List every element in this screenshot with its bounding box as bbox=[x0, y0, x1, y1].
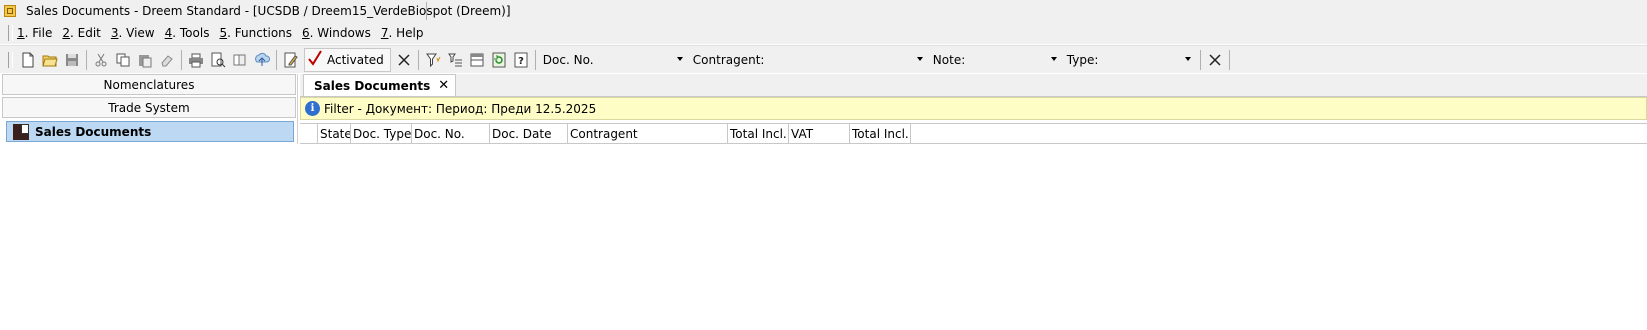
upload-icon[interactable] bbox=[251, 49, 273, 71]
grid-body[interactable] bbox=[300, 144, 1647, 330]
save-icon[interactable] bbox=[61, 49, 83, 71]
type-filter[interactable]: Type: bbox=[1063, 49, 1197, 71]
print-preview-icon[interactable] bbox=[207, 49, 229, 71]
menu-windows[interactable]: 6. Windows bbox=[302, 26, 371, 40]
menu-tools[interactable]: 4. Tools bbox=[165, 26, 210, 40]
menu-file[interactable]: 1. File bbox=[17, 26, 52, 40]
copy-icon[interactable] bbox=[112, 49, 134, 71]
chevron-down-icon bbox=[1184, 56, 1191, 61]
title-bar: Sales Documents - Dreem Standard - [UCSD… bbox=[0, 0, 1647, 22]
toolbar-separator bbox=[276, 49, 277, 70]
cut-icon[interactable] bbox=[90, 49, 112, 71]
nav-sales-documents[interactable]: Sales Documents bbox=[6, 121, 294, 142]
edit-document-icon[interactable] bbox=[280, 49, 302, 71]
menu-view[interactable]: 3. View bbox=[111, 26, 155, 40]
close-icon[interactable]: ✕ bbox=[438, 78, 449, 93]
eraser-icon[interactable] bbox=[156, 49, 178, 71]
toolbar: Activated ? Doc. No. Contragent: Note: T… bbox=[0, 45, 1647, 73]
nav-nomenclatures[interactable]: Nomenclatures bbox=[2, 74, 296, 95]
toolbar-separator bbox=[1199, 49, 1201, 70]
window-title: Sales Documents - Dreem Standard - [UCSD… bbox=[26, 4, 511, 18]
contragent-filter[interactable]: Contragent: bbox=[689, 49, 929, 71]
chevron-down-icon bbox=[1050, 56, 1057, 61]
note-filter[interactable]: Note: bbox=[929, 49, 1063, 71]
column-doc-type[interactable]: Doc. Type bbox=[351, 124, 412, 143]
filter-list-icon[interactable] bbox=[444, 49, 466, 71]
layout-icon[interactable] bbox=[466, 49, 488, 71]
activated-toggle[interactable]: Activated bbox=[304, 47, 391, 72]
chevron-down-icon bbox=[676, 56, 683, 61]
sales-documents-icon bbox=[13, 123, 29, 140]
app-icon bbox=[4, 5, 16, 17]
clear-filters-icon[interactable] bbox=[1204, 49, 1226, 71]
info-icon: i bbox=[305, 101, 320, 116]
menu-functions[interactable]: 5. Functions bbox=[219, 26, 292, 40]
row-indicator-header bbox=[300, 124, 318, 143]
doc-no-filter-label: Doc. No. bbox=[542, 52, 594, 67]
filter-icon[interactable] bbox=[422, 49, 444, 71]
toolbar-separator bbox=[86, 49, 87, 70]
menu-bar: 1. File 2. Edit 3. View 4. Tools 5. Func… bbox=[0, 22, 1647, 44]
attachment-icon[interactable] bbox=[229, 49, 251, 71]
activated-label: Activated bbox=[327, 52, 384, 67]
type-filter-label: Type: bbox=[1066, 52, 1099, 67]
new-document-icon[interactable] bbox=[17, 49, 39, 71]
column-doc-date[interactable]: Doc. Date bbox=[490, 124, 568, 143]
toolbar-separator bbox=[417, 49, 419, 70]
panel-splitter[interactable] bbox=[297, 74, 298, 144]
menu-edit[interactable]: 2. Edit bbox=[62, 26, 101, 40]
toolbar-separator bbox=[181, 49, 182, 70]
menu-grip bbox=[8, 25, 13, 41]
column-state[interactable]: State bbox=[318, 124, 351, 143]
column-vat[interactable]: VAT bbox=[789, 124, 850, 143]
clear-activated-icon[interactable] bbox=[393, 49, 415, 71]
grid-header: State Doc. Type Doc. No. Doc. Date Contr… bbox=[300, 123, 1647, 144]
open-folder-icon[interactable] bbox=[39, 49, 61, 71]
tab-sales-documents[interactable]: Sales Documents ✕ bbox=[303, 74, 457, 96]
tab-divider bbox=[426, 2, 427, 20]
chevron-down-icon bbox=[916, 56, 923, 61]
column-total-incl-2[interactable]: Total Incl.... bbox=[850, 124, 911, 143]
toolbar-grip bbox=[8, 51, 13, 68]
toolbar-separator bbox=[534, 49, 536, 70]
nav-trade-system[interactable]: Trade System bbox=[2, 97, 296, 118]
doc-no-filter[interactable]: Doc. No. bbox=[539, 49, 689, 71]
column-contragent[interactable]: Contragent bbox=[568, 124, 728, 143]
note-filter-label: Note: bbox=[932, 52, 966, 67]
filter-info-text: Filter - Документ: Период: Преди 12.5.20… bbox=[324, 101, 597, 116]
tab-strip: Sales Documents ✕ bbox=[300, 74, 1647, 97]
menu-help[interactable]: 7. Help bbox=[381, 26, 424, 40]
print-icon[interactable] bbox=[185, 49, 207, 71]
nav-sales-documents-label: Sales Documents bbox=[35, 124, 152, 139]
column-total-incl[interactable]: Total Incl.... bbox=[728, 124, 789, 143]
toolbar-separator bbox=[1228, 49, 1230, 70]
paste-icon[interactable] bbox=[134, 49, 156, 71]
refresh-icon[interactable] bbox=[488, 49, 510, 71]
help-icon[interactable]: ? bbox=[510, 49, 532, 71]
svg-text:?: ? bbox=[518, 56, 524, 67]
checkmark-icon bbox=[307, 50, 323, 69]
contragent-filter-label: Contragent: bbox=[692, 52, 765, 67]
column-doc-no[interactable]: Doc. No. bbox=[412, 124, 490, 143]
tab-label: Sales Documents bbox=[314, 78, 431, 93]
filter-info-bar: i Filter - Документ: Период: Преди 12.5.… bbox=[300, 97, 1647, 120]
navigation-panel: Nomenclatures Trade System Sales Documen… bbox=[2, 74, 296, 142]
